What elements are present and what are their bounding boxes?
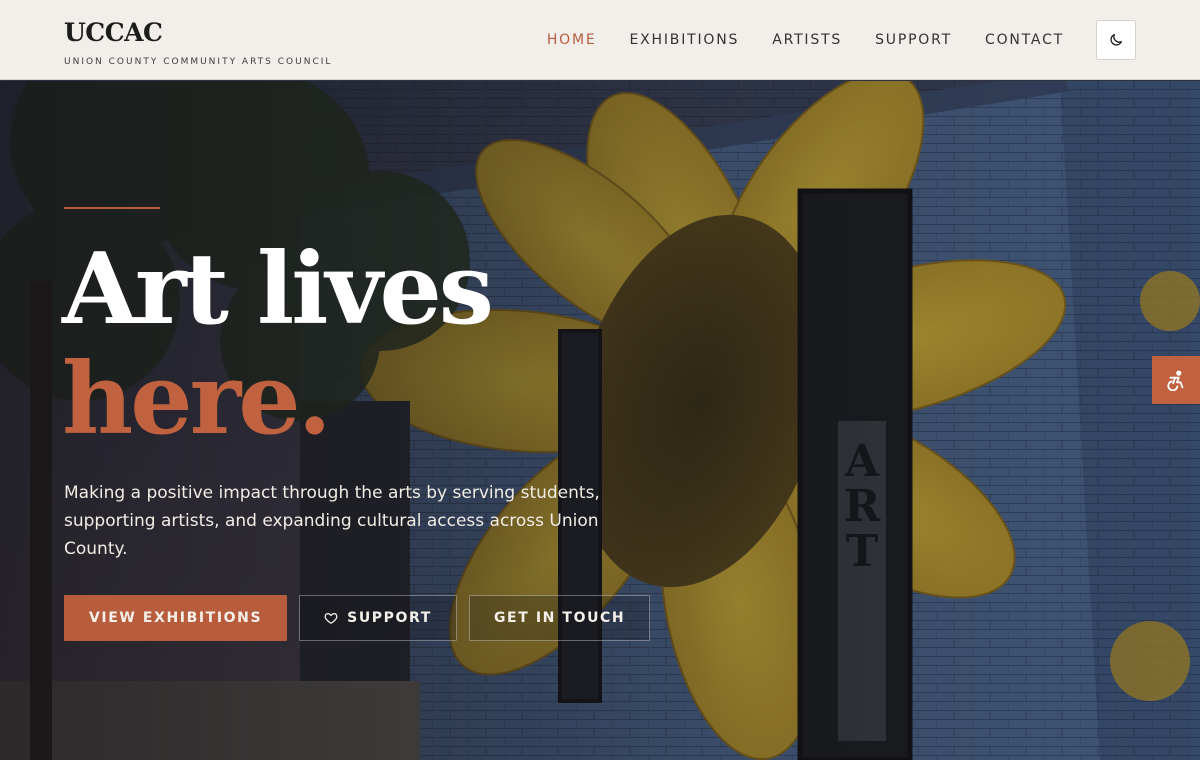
- nav-support[interactable]: SUPPORT: [875, 31, 952, 49]
- nav-home[interactable]: HOME: [547, 31, 597, 49]
- support-label: SUPPORT: [347, 610, 432, 626]
- get-in-touch-button[interactable]: GET IN TOUCH: [468, 595, 651, 641]
- accessibility-icon: [1167, 370, 1184, 391]
- brand-name: UCCAC: [64, 18, 163, 47]
- nav-artists[interactable]: ARTISTS: [772, 31, 842, 49]
- headline-line-1: Art lives: [62, 232, 494, 347]
- headline-line-2: here.: [62, 342, 332, 457]
- accessibility-button[interactable]: [1152, 356, 1200, 404]
- view-exhibitions-label: VIEW EXHIBITIONS: [89, 610, 263, 626]
- hero-headline: Art lives here.: [62, 232, 494, 457]
- nav-contact[interactable]: CONTACT: [985, 31, 1064, 49]
- accent-divider: [64, 207, 160, 209]
- hero-actions: VIEW EXHIBITIONS SUPPORT GET IN TOUCH: [64, 595, 651, 641]
- support-button[interactable]: SUPPORT: [299, 595, 457, 641]
- nav-exhibitions[interactable]: EXHIBITIONS: [630, 31, 740, 49]
- main-nav: HOME EXHIBITIONS ARTISTS SUPPORT CONTACT: [547, 31, 1064, 49]
- view-exhibitions-button[interactable]: VIEW EXHIBITIONS: [64, 595, 288, 641]
- theme-toggle-button[interactable]: [1096, 20, 1136, 60]
- brand-logo[interactable]: UCCAC UNION COUNTY COMMUNITY ARTS COUNCI…: [64, 18, 332, 67]
- brand-subtitle: UNION COUNTY COMMUNITY ARTS COUNCIL: [64, 57, 333, 67]
- get-in-touch-label: GET IN TOUCH: [493, 610, 626, 626]
- hero-section: A R T Art lives here. Making a positive …: [0, 81, 1200, 760]
- heart-icon: [324, 612, 338, 624]
- hero-tagline: Making a positive impact through the art…: [64, 483, 600, 559]
- moon-icon: [1110, 34, 1122, 46]
- site-header: UCCAC UNION COUNTY COMMUNITY ARTS COUNCI…: [0, 0, 1200, 80]
